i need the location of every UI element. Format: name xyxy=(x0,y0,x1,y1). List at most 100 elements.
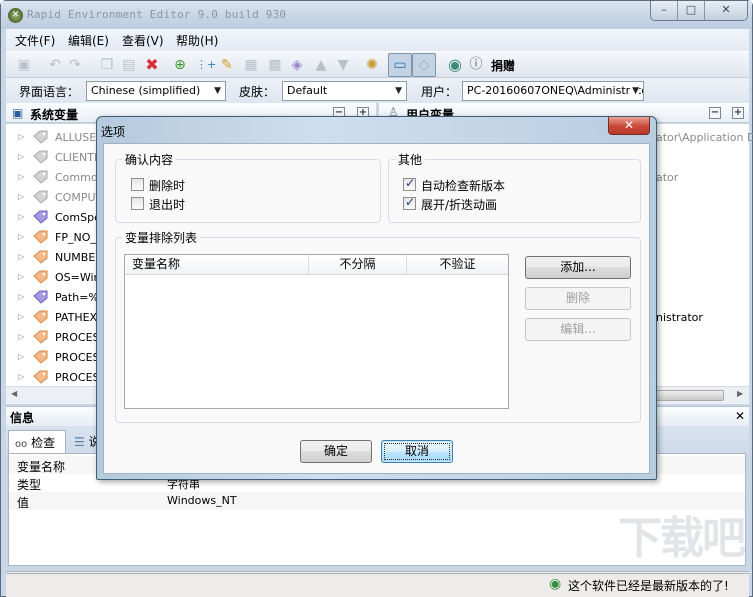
update-icon[interactable]: ◉ xyxy=(446,56,464,74)
expand-all-button[interactable]: + xyxy=(732,107,744,119)
minimize-button[interactable]: – xyxy=(651,1,678,20)
move-down-icon[interactable]: ▼ xyxy=(334,56,352,74)
variable-tag-icon xyxy=(33,130,49,144)
checkbox-label: 删除时 xyxy=(149,179,186,193)
donate-button[interactable]: 捐赠 xyxy=(491,57,515,74)
tab-inspect[interactable]: oo 检查 xyxy=(8,430,66,453)
checkbox-label: 自动检查新版本 xyxy=(421,179,506,193)
column-header-no-split[interactable]: 不分隔 xyxy=(309,255,407,275)
copy-icon[interactable]: ❐ xyxy=(98,56,116,74)
list-icon: ☰ xyxy=(74,435,85,449)
expand-arrow-icon[interactable]: ▷ xyxy=(18,352,24,361)
glasses-icon: oo xyxy=(15,439,28,450)
tag-view-icon[interactable]: ◇ xyxy=(412,53,436,77)
expand-arrow-icon[interactable]: ▷ xyxy=(18,272,24,281)
settings-icon[interactable]: ✺ xyxy=(363,56,381,74)
edit-button[interactable]: 编辑... xyxy=(525,318,631,341)
collapse-all-button[interactable]: − xyxy=(709,107,721,119)
variable-tag-icon xyxy=(33,190,49,204)
caption-buttons: – □ ✕ xyxy=(650,1,748,21)
chevron-down-icon: ▼ xyxy=(630,82,639,100)
column-header-no-validate[interactable]: 不验证 xyxy=(407,255,508,275)
checkbox-box[interactable] xyxy=(131,178,144,191)
variable-tag-icon xyxy=(33,370,49,384)
variable-tag-icon xyxy=(33,170,49,184)
column-header-name[interactable]: 变量名称 xyxy=(125,255,309,275)
skin-label: 皮肤： xyxy=(239,85,276,99)
expand-arrow-icon[interactable]: ▷ xyxy=(18,172,24,181)
language-select[interactable]: Chinese (simplified) ▼ xyxy=(86,81,226,101)
scroll-right-icon[interactable]: ▶ xyxy=(737,389,743,398)
variable-tag-icon xyxy=(33,350,49,364)
user-label: 用户： xyxy=(421,85,458,99)
menu-edit[interactable]: 编辑(E) xyxy=(68,32,109,49)
dialog-close-button[interactable]: ✕ xyxy=(608,117,650,135)
info-key: 变量名称 xyxy=(17,460,66,474)
clone-icon[interactable]: ▩ xyxy=(266,56,284,74)
other-group-title: 其他 xyxy=(395,151,426,168)
info-key: 值 xyxy=(17,496,30,510)
user-select[interactable]: PC-20160607ONEQ\Administratc ▼ xyxy=(462,81,644,101)
checkbox-box[interactable] xyxy=(403,176,416,191)
add-variable-icon[interactable]: ⊕ xyxy=(171,56,189,74)
paste-icon[interactable]: ▤ xyxy=(120,56,138,74)
expand-arrow-icon[interactable]: ▷ xyxy=(18,192,24,201)
info-view-icon[interactable]: ▭ xyxy=(388,53,412,77)
add-button[interactable]: 添加... xyxy=(525,256,631,279)
checkbox-box[interactable] xyxy=(131,197,144,210)
delete-icon[interactable]: ✖ xyxy=(143,56,161,74)
expand-arrow-icon[interactable]: ▷ xyxy=(18,292,24,301)
tab-inspect-label: 检查 xyxy=(31,436,56,450)
expand-arrow-icon[interactable]: ▷ xyxy=(18,312,24,321)
language-value: Chinese (simplified) xyxy=(91,84,201,97)
skin-select[interactable]: Default ▼ xyxy=(282,81,407,101)
add-value-icon[interactable]: ⋮+ xyxy=(196,56,216,74)
undo-icon[interactable]: ↶ xyxy=(46,56,64,74)
toolbar: ▣ ↶ ↷ ❐ ▤ ✖ ⊕ ⋮+ ✎ ▦ ▩ ◈ ▲ ▼ ✺ ▭ ◇ ◉ ⓘ 捐… xyxy=(6,51,749,77)
title-bar: ✕ Rapid Environment Editor 9.0 build 930… xyxy=(1,1,752,29)
checkbox-label: 退出时 xyxy=(149,198,186,212)
redo-icon[interactable]: ↷ xyxy=(66,56,84,74)
maximize-button[interactable]: □ xyxy=(678,1,705,20)
exclusion-list[interactable]: 变量名称 不分隔 不验证 xyxy=(124,254,509,409)
expand-arrow-icon[interactable]: ▷ xyxy=(18,372,24,381)
variable-tag-icon xyxy=(33,290,49,304)
expand-arrow-icon[interactable]: ▷ xyxy=(18,152,24,161)
user-var-row[interactable]: nistrator xyxy=(656,311,703,324)
scroll-left-icon[interactable]: ◀ xyxy=(11,389,17,398)
menu-view[interactable]: 查看(V) xyxy=(122,32,164,49)
menu-file[interactable]: 文件(F) xyxy=(15,32,55,49)
dialog-title: 选项 xyxy=(101,125,126,139)
expand-arrow-icon[interactable]: ▷ xyxy=(18,212,24,221)
cut-icon[interactable]: ▦ xyxy=(242,56,260,74)
expand-arrow-icon[interactable]: ▷ xyxy=(18,232,24,241)
info-close-icon[interactable]: ✕ xyxy=(735,409,745,423)
close-button[interactable]: ✕ xyxy=(705,1,747,20)
exclusion-group-title: 变量排除列表 xyxy=(122,229,201,246)
info-key: 类型 xyxy=(17,478,42,492)
confirm-group-title: 确认内容 xyxy=(122,151,177,168)
save-icon[interactable]: ▣ xyxy=(15,56,33,74)
move-up-icon[interactable]: ▲ xyxy=(312,56,330,74)
user-var-row[interactable]: ator xyxy=(656,171,678,184)
ok-button[interactable]: 确定 xyxy=(300,440,372,463)
edit-icon[interactable]: ✎ xyxy=(218,56,236,74)
tag-icon[interactable]: ◈ xyxy=(288,56,306,74)
user-var-row[interactable]: ator\Application Da xyxy=(656,131,753,144)
remove-button[interactable]: 删除 xyxy=(525,287,631,310)
info-value: Windows_NT xyxy=(167,494,237,507)
status-message: 这个软件已经是最新版本的了! xyxy=(568,579,729,593)
options-bar: 界面语言： Chinese (simplified) ▼ 皮肤： Default… xyxy=(6,77,749,103)
expand-arrow-icon[interactable]: ▷ xyxy=(18,252,24,261)
checkbox-box[interactable] xyxy=(403,195,416,210)
expand-arrow-icon[interactable]: ▷ xyxy=(18,132,24,141)
dialog-content: 确认内容 删除时 退出时 其他 自动检查新版本 展开/折迭动画 变量排除列表 xyxy=(103,143,650,474)
expand-arrow-icon[interactable]: ▷ xyxy=(18,332,24,341)
menu-help[interactable]: 帮助(H) xyxy=(176,32,218,49)
language-label: 界面语言： xyxy=(19,85,80,99)
cancel-button[interactable]: 取消 xyxy=(381,440,453,463)
variable-tag-icon xyxy=(33,270,49,284)
window-title: Rapid Environment Editor 9.0 build 930 xyxy=(27,8,287,21)
checkbox-label: 展开/折迭动画 xyxy=(421,198,498,212)
help-icon[interactable]: ⓘ xyxy=(467,56,485,74)
